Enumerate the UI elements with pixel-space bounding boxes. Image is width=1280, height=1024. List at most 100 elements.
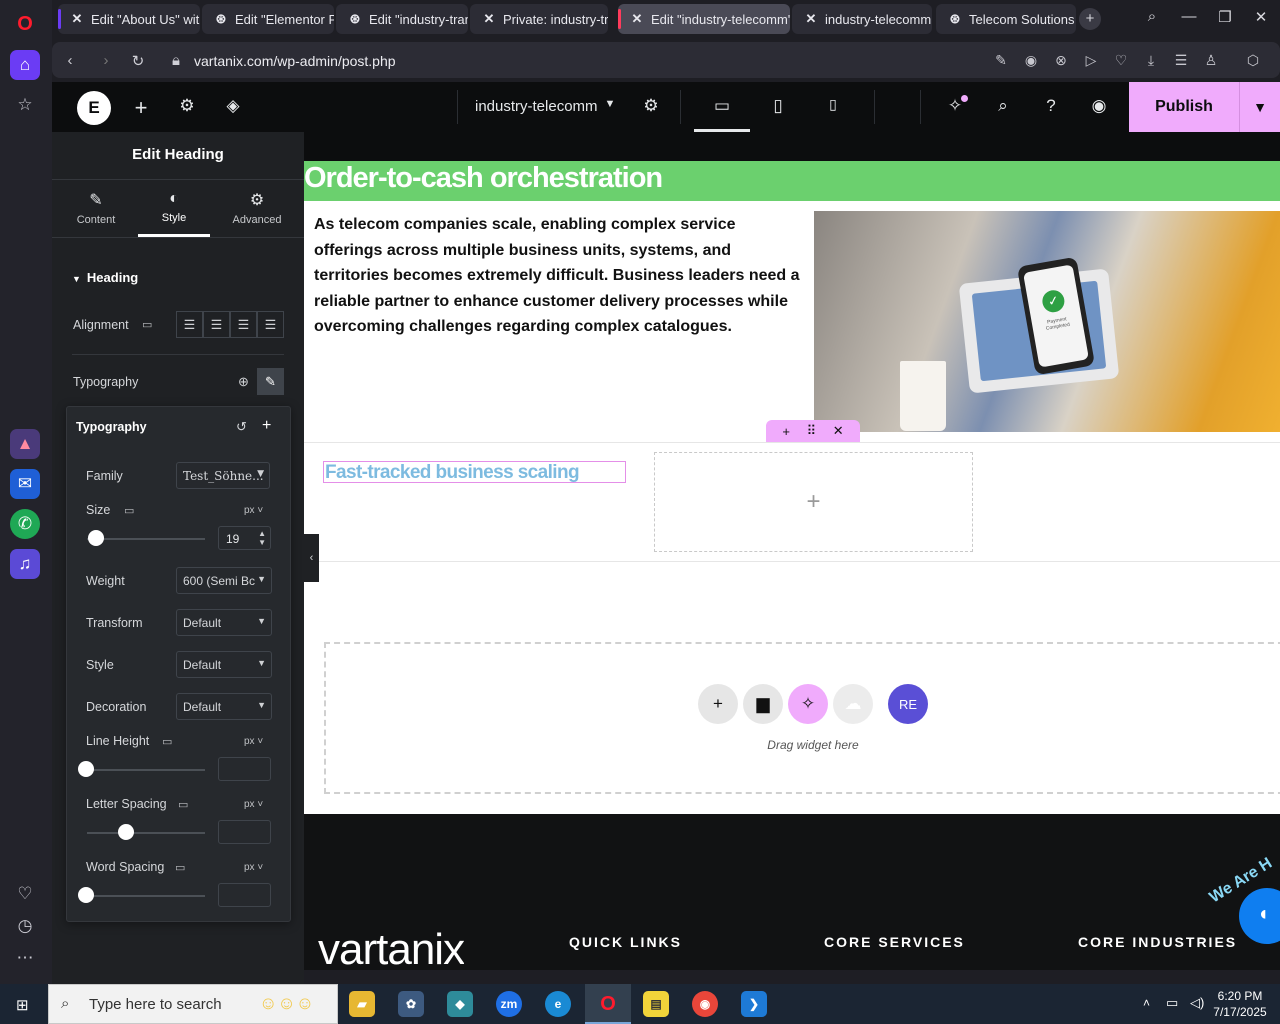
align-justify-button[interactable]: ☰ [257, 311, 284, 338]
app-diamond-icon[interactable]: ◆ [447, 991, 473, 1017]
music-icon[interactable]: ♫ [10, 549, 40, 579]
more-icon[interactable]: ⋯ [10, 943, 40, 973]
minimize-icon[interactable]: — [1178, 8, 1200, 25]
tab-advanced[interactable]: ⚙ Advanced [215, 190, 299, 226]
word-spacing-unit-select[interactable]: px ˅ [244, 862, 263, 873]
help-icon[interactable]: ? [1040, 96, 1062, 116]
structure-layers-icon[interactable]: ◈ [222, 96, 244, 116]
profile-icon[interactable]: ♙ [1201, 52, 1221, 69]
desktop-icon[interactable]: ▭ [710, 96, 734, 116]
tray-chevron-up-icon[interactable]: ˄ [1143, 996, 1150, 1010]
text-decoration-select[interactable]: Default ▼ [176, 693, 272, 720]
zoom-icon[interactable]: zm [496, 991, 522, 1017]
network-icon[interactable]: ▭ [1166, 995, 1178, 1011]
letter-spacing-unit-select[interactable]: px ˅ [244, 799, 263, 810]
cube-icon[interactable]: ⬡ [1243, 52, 1263, 69]
browser-tab[interactable]: ✕ Edit "About Us" with [58, 4, 200, 34]
page-settings-gear-icon[interactable]: ⚙ [640, 96, 662, 116]
align-left-button[interactable]: ☰ [176, 311, 203, 338]
preview-eye-icon[interactable]: ◉ [1088, 96, 1110, 116]
intro-paragraph[interactable]: As telecom companies scale, enabling com… [314, 212, 804, 340]
new-tab-icon[interactable]: + [1079, 8, 1101, 30]
text-transform-select[interactable]: Default ▼ [176, 609, 272, 636]
empty-column[interactable]: + [654, 452, 973, 552]
line-height-input[interactable] [218, 757, 271, 781]
menu-lines-icon[interactable]: ☰ [1171, 52, 1191, 69]
line-height-slider-track[interactable] [87, 769, 205, 771]
home-icon[interactable]: ⌂ [10, 50, 40, 80]
add-icon[interactable]: + [262, 417, 271, 435]
publish-button[interactable]: Publish [1129, 82, 1239, 132]
add-widget-plus-icon[interactable]: + [806, 488, 820, 516]
desktop-icon[interactable]: ▭ [175, 861, 185, 874]
line-height-unit-select[interactable]: px ˅ [244, 736, 263, 747]
chevron-down-icon[interactable]: ▼ [602, 98, 618, 110]
letter-spacing-slider-track[interactable] [87, 832, 205, 834]
star-icon[interactable]: ☆ [10, 90, 40, 120]
font-style-select[interactable]: Default ▼ [176, 651, 272, 678]
letter-spacing-input[interactable] [218, 820, 271, 844]
adblock-icon[interactable]: ⊗ [1051, 52, 1071, 69]
selected-heading[interactable]: Fast-tracked business scaling [325, 462, 580, 484]
browser-tab[interactable]: ⊛Edit "industry-transp [336, 4, 468, 34]
browser-tab[interactable]: ⊛ Telecom Solutions - [936, 4, 1076, 34]
whatsapp-icon[interactable]: ✆ [10, 509, 40, 539]
reset-icon[interactable]: ↺ [236, 419, 247, 435]
back-icon[interactable]: ‹ [60, 52, 80, 69]
browser-tab-active[interactable]: ✕ Edit "industry-telecomm" [618, 4, 790, 34]
size-slider-track[interactable] [87, 538, 205, 540]
tab-style[interactable]: ◐ Style [132, 190, 216, 224]
paint-app-icon[interactable]: ✿ [398, 991, 424, 1017]
globe-icon[interactable]: ⊕ [230, 368, 257, 395]
add-new-container-button[interactable]: + [698, 684, 738, 724]
search-icon[interactable]: ⌕ [992, 96, 1014, 116]
edit-pencil-icon[interactable]: ✎ [257, 368, 284, 395]
word-spacing-slider-handle[interactable] [78, 887, 94, 903]
sticky-notes-icon[interactable]: ▤ [643, 991, 669, 1017]
size-input[interactable]: 19 ▲ ▼ [218, 526, 271, 550]
collapse-panel-button[interactable]: ‹ [304, 534, 319, 582]
heading-section-toggle[interactable]: ▼ Heading [72, 270, 138, 285]
opera-icon[interactable]: O [595, 991, 621, 1017]
main-heading[interactable]: Order-to-cash orchestration [304, 161, 663, 195]
align-center-button[interactable]: ☰ [203, 311, 230, 338]
camera-icon[interactable]: ◉ [1021, 52, 1041, 69]
line-height-slider-handle[interactable] [78, 761, 94, 777]
mobile-icon[interactable]: ▯ [823, 96, 843, 113]
stepper-icon[interactable]: ▲ ▼ [258, 529, 266, 547]
volume-icon[interactable]: ◁) [1190, 995, 1204, 1011]
size-unit-select[interactable]: px ˅ [244, 505, 263, 516]
cloud-templates-button[interactable]: ☁ [833, 684, 873, 724]
messenger-icon[interactable]: ✉ [10, 469, 40, 499]
reload-icon[interactable]: ↻ [128, 52, 148, 70]
elementor-logo-icon[interactable]: E [77, 91, 111, 125]
vscode-icon[interactable]: ❯ [741, 991, 767, 1017]
align-right-button[interactable]: ☰ [230, 311, 257, 338]
desktop-icon[interactable]: ▭ [178, 798, 188, 811]
word-spacing-input[interactable] [218, 883, 271, 907]
add-template-button[interactable]: ▆ [743, 684, 783, 724]
add-section-icon[interactable]: + [782, 424, 790, 439]
share-icon[interactable]: ✎ [991, 52, 1011, 69]
delete-section-icon[interactable]: ✕ [833, 423, 844, 439]
font-weight-select[interactable]: 600 (Semi Bc ▼ [176, 567, 272, 594]
forward-icon[interactable]: › [96, 52, 116, 69]
desktop-icon[interactable]: ▭ [124, 504, 134, 517]
site-settings-icon[interactable]: ⚙︎ [176, 96, 198, 116]
download-icon[interactable]: ⤓ [1141, 52, 1161, 69]
add-element-icon[interactable]: + [130, 95, 152, 121]
tablet-icon[interactable]: ▯ [766, 96, 790, 116]
size-slider-handle[interactable] [88, 530, 104, 546]
clock[interactable]: 6:20 PM 7/17/2025 [1206, 988, 1274, 1020]
desktop-icon[interactable]: ▭ [142, 318, 152, 331]
url-text[interactable]: vartanix.com/wp-admin/post.php [194, 53, 396, 69]
drag-handle-icon[interactable]: ⠿ [807, 423, 817, 439]
heart-icon[interactable]: ♡ [10, 879, 40, 909]
font-family-select[interactable]: Test_Söhne... ▼ [176, 462, 270, 489]
search-tabs-icon[interactable]: ⌕ [1141, 8, 1163, 25]
browser-tab[interactable]: ⊛Edit "Elementor Pag [202, 4, 334, 34]
heart-outline-icon[interactable]: ♡ [1111, 52, 1131, 69]
browser-tab[interactable]: ✕ Private: industry-tra [470, 4, 608, 34]
file-explorer-icon[interactable]: ▰ [349, 991, 375, 1017]
aria-icon[interactable]: ▲ [10, 429, 40, 459]
